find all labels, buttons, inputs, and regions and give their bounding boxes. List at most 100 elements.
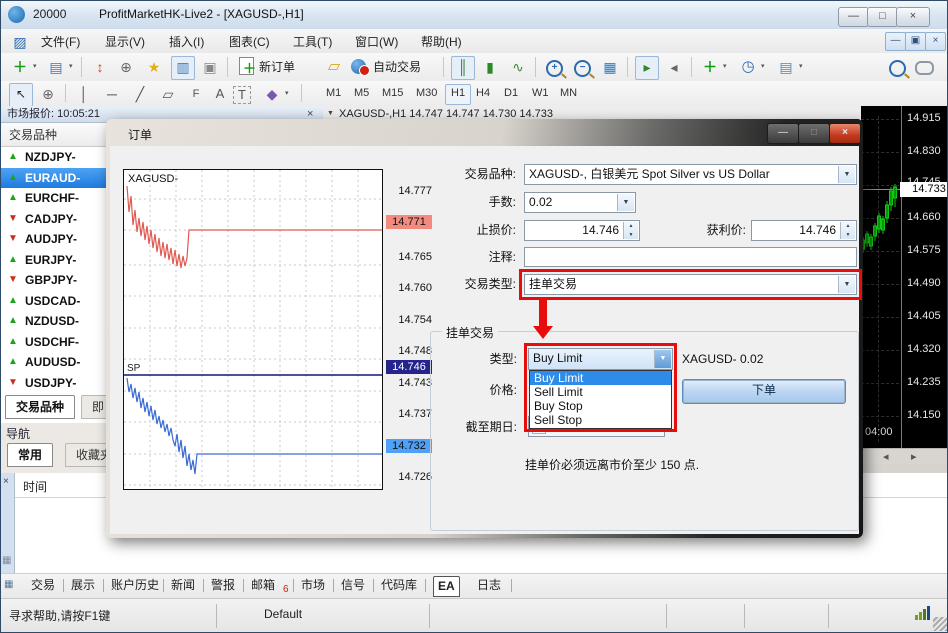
vertical-line-icon[interactable]: │ bbox=[73, 83, 95, 105]
candlestick-chart-icon[interactable]: ▮ bbox=[479, 56, 501, 78]
new-chart-dropdown-icon[interactable]: ▾ bbox=[33, 56, 37, 78]
up-arrow-icon: ▲ bbox=[8, 332, 18, 352]
timeframe-w1[interactable]: W1 bbox=[527, 84, 554, 103]
menu-file[interactable]: 文件(F) bbox=[35, 33, 86, 51]
horizontal-line-icon[interactable]: ─ bbox=[101, 83, 123, 105]
new-chart-icon[interactable]: ＋ bbox=[9, 56, 31, 78]
symbol-combobox[interactable]: XAGUSD-, 白银美元 Spot Silver vs US Dollar▼ bbox=[524, 164, 857, 185]
takeprofit-input[interactable]: 14.746▲▼ bbox=[751, 220, 857, 241]
line-chart-icon[interactable]: ∿ bbox=[507, 56, 529, 78]
search-icon[interactable] bbox=[889, 60, 906, 77]
place-order-button[interactable]: 下单 bbox=[682, 379, 846, 404]
community-chat-icon[interactable] bbox=[915, 61, 934, 75]
periods-dropdown-icon[interactable]: ▾ bbox=[761, 56, 765, 78]
takeprofit-spinner[interactable]: ▲▼ bbox=[840, 222, 855, 239]
dialog-close-button[interactable]: × bbox=[829, 123, 861, 144]
scroll-right-icon[interactable]: ▸ bbox=[911, 450, 917, 463]
crosshair-tool-icon[interactable]: ⊕ bbox=[37, 83, 59, 105]
zoom-out-icon[interactable]: − bbox=[574, 60, 591, 77]
stoploss-spinner[interactable]: ▲▼ bbox=[623, 222, 638, 239]
terminal-time-column-header[interactable]: 时间 bbox=[23, 478, 47, 495]
timeframe-m5[interactable]: M5 bbox=[349, 84, 374, 103]
text-label-tool-icon[interactable]: T bbox=[233, 86, 251, 104]
app-logo-icon bbox=[8, 6, 25, 23]
channel-icon[interactable]: ▱ bbox=[157, 83, 179, 105]
bar-chart-icon[interactable]: ║ bbox=[451, 56, 475, 80]
market-watch-toggle-icon[interactable]: ▥ bbox=[171, 56, 195, 80]
profiles-dropdown-icon[interactable]: ▾ bbox=[69, 56, 73, 78]
pending-note: 挂单价必须远离市价至少 150 点. bbox=[525, 456, 699, 473]
tab-market[interactable]: 市场 bbox=[297, 576, 329, 595]
stoploss-input[interactable]: 14.746▲▼ bbox=[524, 220, 640, 241]
shapes-icon[interactable]: ◆ bbox=[261, 83, 283, 105]
toolbar-separator bbox=[691, 57, 692, 77]
favorites-star-icon[interactable]: ★ bbox=[143, 56, 165, 78]
timeframe-mn[interactable]: MN bbox=[555, 84, 582, 103]
terminal-grip-icon[interactable]: ▦ bbox=[2, 555, 13, 566]
mdi-close-button[interactable]: × bbox=[925, 32, 946, 51]
tab-exposure[interactable]: 展示 bbox=[67, 576, 99, 595]
status-profile[interactable]: Default bbox=[264, 607, 302, 621]
market-watch-tab-symbols[interactable]: 交易品种 bbox=[5, 395, 75, 419]
timeframe-m30[interactable]: M30 bbox=[411, 84, 442, 103]
chart-shift-icon[interactable]: ◂ bbox=[663, 56, 685, 78]
tab-trade[interactable]: 交易 bbox=[27, 576, 59, 595]
autotrading-button[interactable]: 自动交易 bbox=[351, 56, 437, 78]
templates-dropdown-icon[interactable]: ▾ bbox=[799, 56, 803, 78]
terminal-close-icon[interactable]: × bbox=[3, 476, 9, 487]
zoom-in-icon[interactable]: + bbox=[546, 60, 563, 77]
menu-help[interactable]: 帮助(H) bbox=[415, 33, 468, 51]
menu-view[interactable]: 显示(V) bbox=[99, 33, 151, 51]
mdi-minimize-button[interactable]: — bbox=[885, 32, 906, 51]
tab-account-history[interactable]: 账户历史 bbox=[107, 576, 163, 595]
combo-arrow-icon[interactable]: ▼ bbox=[617, 194, 634, 211]
periods-clock-icon[interactable]: ◷ bbox=[737, 56, 759, 78]
volume-combobox[interactable]: 0.02▼ bbox=[524, 192, 636, 213]
timeframe-h1[interactable]: H1 bbox=[445, 84, 471, 105]
menu-charts[interactable]: 图表(C) bbox=[223, 33, 276, 51]
tabs-grip-icon[interactable]: ▦ bbox=[4, 579, 15, 590]
combo-arrow-icon[interactable]: ▼ bbox=[838, 166, 855, 183]
templates-icon[interactable]: ▤ bbox=[775, 56, 797, 78]
tab-ea-active[interactable]: EA bbox=[433, 576, 460, 597]
dialog-minimize-button[interactable]: — bbox=[767, 123, 799, 144]
window-maximize-button[interactable]: □ bbox=[867, 7, 898, 27]
menu-tools[interactable]: 工具(T) bbox=[287, 33, 338, 51]
tab-signals[interactable]: 信号 bbox=[337, 576, 369, 595]
timeframe-d1[interactable]: D1 bbox=[499, 84, 523, 103]
cursor-icon[interactable]: ↖ bbox=[9, 83, 33, 107]
chart-restore-icon[interactable]: ▨ bbox=[9, 31, 31, 53]
tick-chart-icon[interactable]: ↕ bbox=[89, 56, 111, 78]
navigator-tab-common[interactable]: 常用 bbox=[7, 443, 53, 467]
resize-grip[interactable] bbox=[933, 617, 947, 631]
profiles-icon[interactable]: ▤ bbox=[45, 56, 67, 78]
timeframe-h4[interactable]: H4 bbox=[471, 84, 495, 103]
timeframe-m15[interactable]: M15 bbox=[377, 84, 408, 103]
scroll-left-icon[interactable]: ◂ bbox=[883, 450, 889, 463]
fibonacci-icon[interactable]: F bbox=[185, 83, 207, 105]
crosshair-icon[interactable]: ⊕ bbox=[115, 56, 137, 78]
tab-alerts[interactable]: 警报 bbox=[207, 576, 239, 595]
dialog-maximize-button[interactable]: □ bbox=[798, 123, 830, 144]
mdi-restore-button[interactable]: ▣ bbox=[905, 32, 926, 51]
tab-code-base[interactable]: 代码库 bbox=[377, 576, 421, 595]
menu-window[interactable]: 窗口(W) bbox=[349, 33, 404, 51]
text-tool-icon[interactable]: A bbox=[209, 83, 231, 105]
tile-windows-icon[interactable]: ▦ bbox=[599, 56, 621, 78]
autoscroll-icon[interactable]: ▸ bbox=[635, 56, 659, 80]
window-close-button[interactable]: × bbox=[896, 7, 930, 27]
tab-news[interactable]: 新闻 bbox=[167, 576, 199, 595]
eraser-icon[interactable]: ▱ bbox=[323, 56, 345, 78]
shapes-dropdown-icon[interactable]: ▾ bbox=[285, 83, 289, 105]
data-window-icon[interactable]: ▣ bbox=[199, 56, 221, 78]
tab-mailbox[interactable]: 邮箱 bbox=[247, 576, 279, 595]
indicators-dropdown-icon[interactable]: ▾ bbox=[723, 56, 727, 78]
window-minimize-button[interactable]: — bbox=[838, 7, 869, 27]
menu-insert[interactable]: 插入(I) bbox=[163, 33, 210, 51]
new-order-button[interactable]: ＋ 新订单 bbox=[237, 56, 317, 78]
indicators-icon[interactable]: ＋ bbox=[699, 56, 721, 78]
comment-input[interactable] bbox=[524, 247, 857, 267]
trendline-icon[interactable]: ╱ bbox=[129, 83, 151, 105]
tab-journal[interactable]: 日志 bbox=[473, 576, 505, 595]
timeframe-m1[interactable]: M1 bbox=[321, 84, 346, 103]
